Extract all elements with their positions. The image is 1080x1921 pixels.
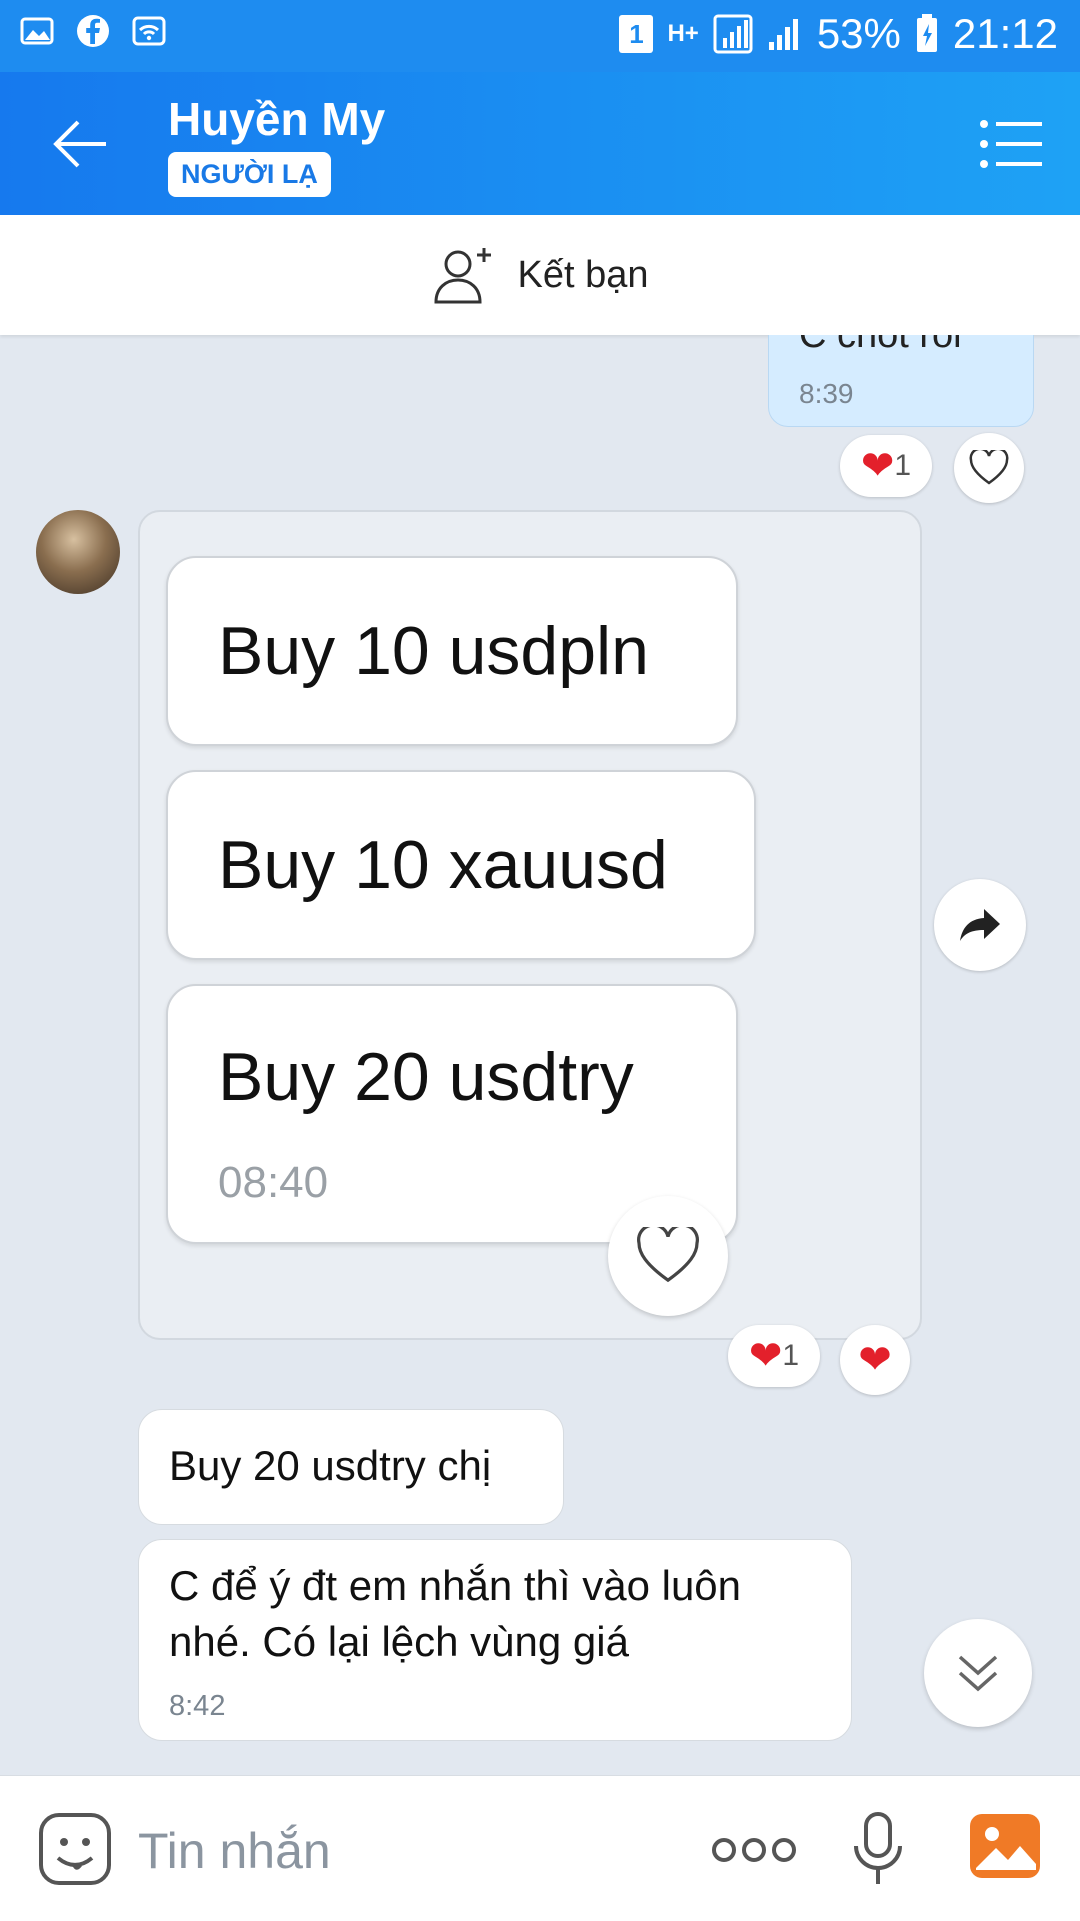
chat-area[interactable]: C chốt rồi 8:39 ❤ 1 Buy 10 usdpln Buy 10… bbox=[0, 335, 1080, 1775]
notification-icons bbox=[20, 14, 166, 48]
battery-percent: 53% bbox=[816, 10, 901, 57]
sim-slot-badge: 1 bbox=[619, 15, 654, 53]
reaction-count: 1 bbox=[782, 1339, 800, 1372]
message-text: Buy 20 usdtry chị bbox=[169, 1442, 492, 1489]
wifi-icon bbox=[132, 16, 166, 46]
message-text: C để ý đt em nhắn thì vào luôn nhé. Có l… bbox=[169, 1562, 742, 1665]
image-message[interactable]: Buy 10 usdpln Buy 10 xauusd Buy 20 usdtr… bbox=[138, 510, 922, 1340]
image-react-button bbox=[608, 1196, 728, 1316]
received-message[interactable]: C để ý đt em nhắn thì vào luôn nhé. Có l… bbox=[138, 1539, 852, 1741]
scroll-down-button[interactable] bbox=[924, 1619, 1032, 1727]
heart-icon: ❤ bbox=[858, 1338, 892, 1382]
signal-2-icon bbox=[768, 19, 798, 50]
received-message[interactable]: Buy 20 usdtry chị bbox=[138, 1409, 564, 1525]
chat-header: Huyền My NGƯỜI LẠ bbox=[0, 72, 1080, 215]
order-text: Buy 10 usdpln bbox=[218, 613, 649, 689]
message-input-bar: Tin nhắn bbox=[0, 1775, 1080, 1921]
order-text: Buy 20 usdtry bbox=[218, 1039, 634, 1115]
order-card-1: Buy 10 usdpln bbox=[166, 556, 738, 746]
sent-message[interactable]: C chốt rồi 8:39 bbox=[768, 335, 1034, 427]
reaction-count: 1 bbox=[894, 449, 912, 482]
message-text: C chốt rồi bbox=[799, 335, 962, 356]
heart-icon: ❤ bbox=[860, 444, 895, 488]
contact-name[interactable]: Huyền My bbox=[168, 92, 385, 146]
message-time: 8:39 bbox=[799, 378, 854, 409]
react-button[interactable]: ❤ bbox=[840, 1325, 910, 1395]
add-friend-icon bbox=[433, 248, 491, 304]
image-icon bbox=[20, 17, 54, 45]
sticker-icon[interactable] bbox=[38, 1812, 112, 1886]
reaction-summary[interactable]: ❤ 1 bbox=[840, 435, 932, 497]
contact-avatar[interactable] bbox=[36, 510, 120, 594]
share-button[interactable] bbox=[934, 879, 1026, 971]
double-chevron-down-icon bbox=[958, 1655, 998, 1692]
gallery-icon[interactable] bbox=[968, 1812, 1042, 1880]
system-status: 1 H+ 53% 21:12 bbox=[619, 10, 1058, 58]
facebook-icon bbox=[77, 15, 109, 47]
order-time: 08:40 bbox=[218, 1158, 329, 1207]
network-type: H+ bbox=[667, 20, 699, 47]
share-arrow-icon bbox=[960, 909, 1000, 941]
order-card-2: Buy 10 xauusd bbox=[166, 770, 756, 960]
battery-icon bbox=[916, 14, 937, 52]
message-input[interactable]: Tin nhắn bbox=[138, 1822, 331, 1880]
more-options-icon[interactable] bbox=[712, 1836, 796, 1864]
reaction-summary[interactable]: ❤ 1 bbox=[728, 1325, 820, 1387]
add-friend-label: Kết bạn bbox=[517, 253, 649, 296]
microphone-icon[interactable] bbox=[852, 1812, 904, 1886]
react-button[interactable] bbox=[954, 433, 1024, 503]
back-arrow-icon[interactable] bbox=[50, 116, 110, 172]
add-friend-button[interactable]: Kết bạn bbox=[0, 215, 1080, 335]
menu-icon[interactable] bbox=[980, 120, 1042, 168]
status-bar: 1 H+ 53% 21:12 bbox=[0, 0, 1080, 72]
clock: 21:12 bbox=[952, 10, 1058, 57]
heart-outline-icon bbox=[637, 1227, 699, 1283]
message-time: 8:42 bbox=[169, 1690, 226, 1722]
stranger-badge: NGƯỜI LẠ bbox=[168, 152, 331, 197]
heart-icon: ❤ bbox=[748, 1334, 783, 1378]
order-text: Buy 10 xauusd bbox=[218, 827, 668, 903]
signal-icon bbox=[713, 14, 753, 54]
heart-outline-icon bbox=[969, 450, 1009, 485]
